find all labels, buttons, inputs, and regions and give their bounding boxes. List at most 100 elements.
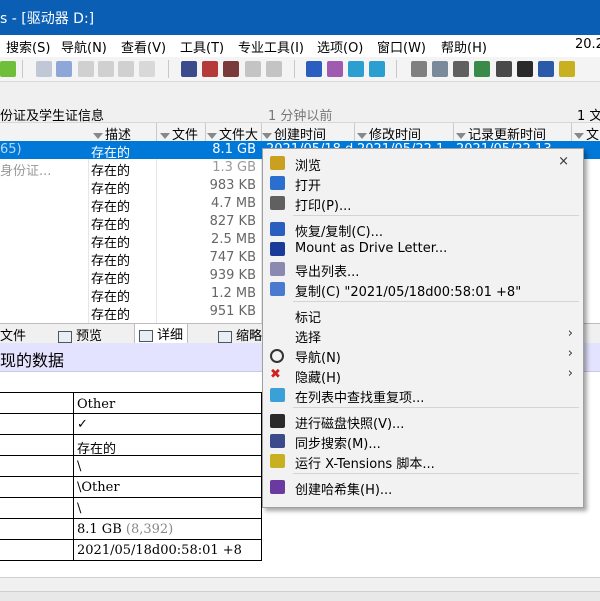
find-text-icon[interactable] (245, 61, 261, 77)
title-bar: s - [驱动器 D:] (0, 0, 600, 35)
row-size: 8.1 GB (212, 142, 256, 157)
menu-tools[interactable]: 工具(T) (180, 37, 224, 56)
preview-icon (58, 330, 72, 343)
menu-help[interactable]: 帮助(H) (441, 37, 487, 56)
clipboard-icon[interactable] (118, 61, 134, 77)
filter-icon[interactable] (160, 132, 170, 139)
hide-x-icon: ✖ (270, 367, 281, 382)
filter-icon[interactable] (574, 132, 584, 139)
submenu-arrow-icon: › (567, 346, 573, 361)
context-menu-label: 复制(C) "2021/05/18d00:58:01 +8" (295, 285, 522, 300)
context-menu-item[interactable]: 同步搜索(M)... (263, 431, 583, 452)
context-menu-label: 浏览 (295, 159, 322, 174)
details-icon (139, 329, 153, 342)
back-arrow-icon[interactable] (348, 61, 364, 77)
menu-separator (293, 473, 579, 474)
filter-icon[interactable] (207, 132, 217, 139)
detail-value-path: \ (77, 459, 82, 474)
disk-tools-icon[interactable] (432, 61, 448, 77)
context-menu-item[interactable]: 在列表中查找重复项... (263, 385, 583, 406)
x-tensions-icon[interactable] (559, 61, 575, 77)
detail-value-full-path: \Other (77, 480, 120, 495)
row-size: 747 KB (209, 250, 256, 265)
context-menu: × 浏览 打开 打印(P)... 恢复/复制(C)... Mount as Drive … (262, 148, 584, 508)
row-size: 1.2 MB (211, 286, 256, 301)
context-menu-label: 运行 X-Tensions 脚本... (295, 457, 435, 472)
details-title: 现的数据 (0, 351, 65, 370)
menu-search[interactable]: 搜索(S) (6, 37, 50, 56)
menu-pro-tools[interactable]: 专业工具(I) (238, 37, 304, 56)
context-menu-item[interactable]: 恢复/复制(C)... (263, 219, 583, 240)
context-menu-item[interactable]: 标记 (263, 305, 583, 326)
submenu-arrow-icon: › (567, 326, 573, 341)
context-menu-item[interactable]: 创建哈希集(H)... (263, 477, 583, 498)
submenu-arrow-icon: › (567, 366, 573, 381)
context-menu-label: 打印(P)... (295, 199, 352, 214)
context-menu-item[interactable]: 打开 (263, 173, 583, 194)
tab-preview[interactable]: 预览 (58, 325, 102, 344)
snapshot-icon (270, 414, 285, 428)
context-menu-item[interactable]: 浏览 (263, 153, 583, 174)
browse-icon (270, 156, 285, 170)
forward-arrow-icon[interactable] (369, 61, 385, 77)
directory-strip (0, 82, 600, 105)
context-menu-item[interactable]: 运行 X-Tensions 脚本... (263, 451, 583, 472)
status-bar (0, 577, 600, 592)
filter-icon[interactable] (262, 132, 272, 139)
disk-clone-icon[interactable] (453, 61, 469, 77)
go-up-icon[interactable] (0, 61, 16, 77)
row-size: 939 KB (209, 268, 256, 283)
replace-icon[interactable] (266, 61, 282, 77)
find-duplicates-icon (270, 388, 285, 402)
copy-icon (270, 282, 285, 296)
menu-separator (293, 407, 579, 408)
tab-file[interactable]: 文件 (0, 325, 26, 344)
column-header-row: 描述 文件 文件大 创建时间 修改时间 记录更新时间 文 (0, 122, 600, 143)
context-menu-label: 导出列表... (295, 265, 360, 280)
context-menu-label: 选择 (295, 331, 322, 346)
goto-offset-icon[interactable] (306, 61, 322, 77)
binary-icon[interactable] (139, 61, 155, 77)
filter-icon[interactable] (456, 132, 466, 139)
filter-icon[interactable] (357, 132, 367, 139)
context-menu-label: 在列表中查找重复项... (295, 391, 425, 406)
copy-icon[interactable] (56, 61, 72, 77)
recover-copy-icon (270, 222, 285, 236)
detail-value-size: 8.1 GB (8,392) (77, 522, 174, 537)
tab-thumbnails[interactable]: 缩略 (218, 325, 262, 344)
undo-icon[interactable] (36, 61, 52, 77)
paste-special-icon[interactable] (98, 61, 114, 77)
cassette-icon[interactable] (474, 61, 490, 77)
context-menu-item[interactable]: Mount as Drive Letter... (263, 239, 583, 259)
context-menu-label: 同步搜索(M)... (295, 437, 381, 452)
context-menu-item[interactable]: 进行磁盘快照(V)... (263, 411, 583, 432)
menu-options[interactable]: 选项(O) (317, 37, 363, 56)
search-icon[interactable] (496, 61, 512, 77)
picture-icon[interactable] (538, 61, 554, 77)
row-description: 存在的 (91, 308, 131, 323)
context-menu-item[interactable]: 导航(N) › (263, 345, 583, 366)
row-size: 951 KB (209, 304, 256, 319)
paste-icon[interactable] (78, 61, 94, 77)
menu-view[interactable]: 查看(V) (121, 37, 166, 56)
filter-icon[interactable] (93, 132, 103, 139)
context-menu-label: 创建哈希集(H)... (295, 483, 393, 498)
find-red-icon[interactable] (202, 61, 218, 77)
disk-icon[interactable] (411, 61, 427, 77)
export-list-icon (270, 262, 285, 276)
context-menu-item[interactable]: 打印(P)... (263, 193, 583, 214)
detail-value-created: 2021/05/18d00:58:01 +8 (77, 543, 242, 558)
context-menu-item[interactable]: 复制(C) "2021/05/18d00:58:01 +8" (263, 279, 583, 300)
goto-sector-icon[interactable] (327, 61, 343, 77)
row-size: 983 KB (209, 178, 256, 193)
menu-window[interactable]: 窗口(W) (377, 37, 426, 56)
thumbnails-icon (218, 330, 232, 343)
context-menu-item[interactable]: ✖ 隐藏(H) › (263, 365, 583, 386)
context-menu-item[interactable]: 导出列表... (263, 259, 583, 280)
tab-details[interactable]: 详细 (134, 323, 189, 343)
snapshot-icon[interactable] (517, 61, 533, 77)
menu-navigate[interactable]: 导航(N) (61, 37, 107, 56)
binoculars-icon[interactable] (181, 61, 197, 77)
find-hex-icon[interactable] (223, 61, 239, 77)
context-menu-item[interactable]: 选择 › (263, 325, 583, 346)
